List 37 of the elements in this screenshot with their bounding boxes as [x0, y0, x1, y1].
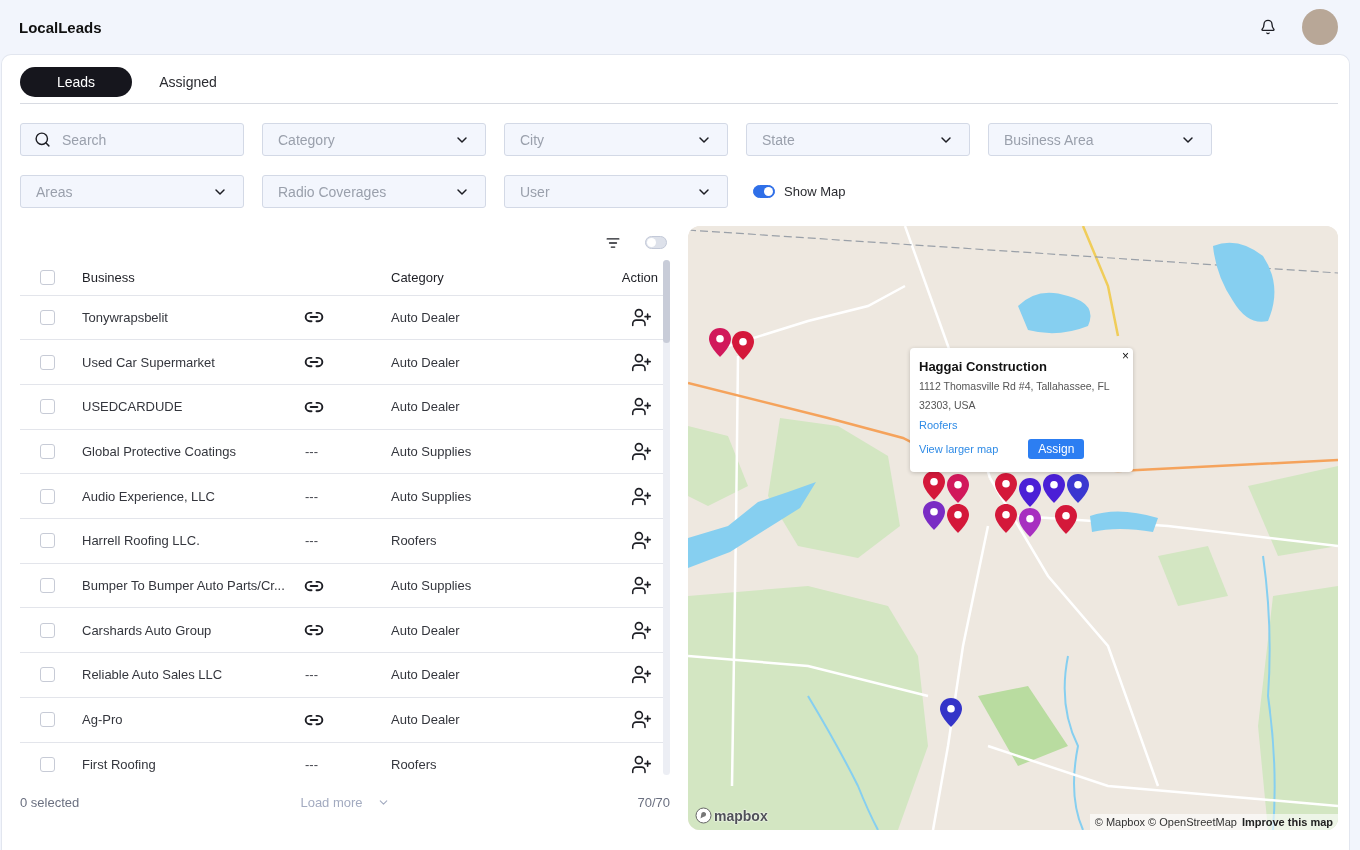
website-empty: --- — [304, 756, 318, 772]
map-logo-text: mapbox — [714, 807, 768, 824]
category-cell: Auto Dealer — [391, 399, 460, 415]
app-logo-text: LocalLeads — [19, 18, 102, 36]
selected-count: 0 selected — [20, 794, 80, 810]
business-name: Harrell Roofing LLC. — [82, 533, 200, 549]
category-cell: Auto Dealer — [391, 667, 460, 683]
business-name: Global Protective Coatings — [82, 444, 236, 460]
business-name: Reliable Auto Sales LLC — [82, 667, 223, 683]
category-cell: Auto Dealer — [391, 354, 460, 370]
popup-address: 1112 Thomasville Rd #4, Tallahassee, FL 32303, USA — [919, 379, 1111, 413]
category-cell: Roofers — [391, 756, 437, 772]
website-empty: --- — [304, 533, 318, 549]
toggle-label: Show Map — [784, 184, 846, 199]
result-count: 70/70 — [637, 794, 670, 810]
category-cell: Roofers — [391, 533, 437, 549]
category-cell: Auto Supplies — [391, 488, 472, 504]
website-empty: --- — [304, 444, 318, 460]
column-header: Action — [621, 269, 658, 285]
business-name: Ag-Pro — [82, 712, 123, 728]
category-cell: Auto Dealer — [391, 622, 460, 638]
business-name: Bumper To Bumper Auto Parts/Cr... — [82, 578, 285, 594]
category-cell: Auto Dealer — [391, 712, 460, 728]
business-name: First Roofing — [82, 756, 156, 772]
business-name: Used Car Supermarket — [82, 354, 215, 370]
business-name: Carshards Auto Group — [82, 622, 212, 638]
business-name: Audio Experience, LLC — [82, 488, 215, 504]
column-header: Business — [82, 269, 135, 285]
category-cell: Auto Supplies — [391, 578, 472, 594]
column-header: Category — [391, 269, 444, 285]
business-name: USEDCARDUDE — [82, 399, 183, 415]
business-name: Tonywrapsbelit — [82, 309, 168, 325]
website-empty: --- — [304, 488, 318, 504]
popup-title: Haggai Construction — [919, 359, 1048, 374]
category-cell: Auto Supplies — [391, 444, 472, 460]
category-cell: Auto Dealer — [391, 309, 460, 325]
website-empty: --- — [304, 667, 318, 683]
